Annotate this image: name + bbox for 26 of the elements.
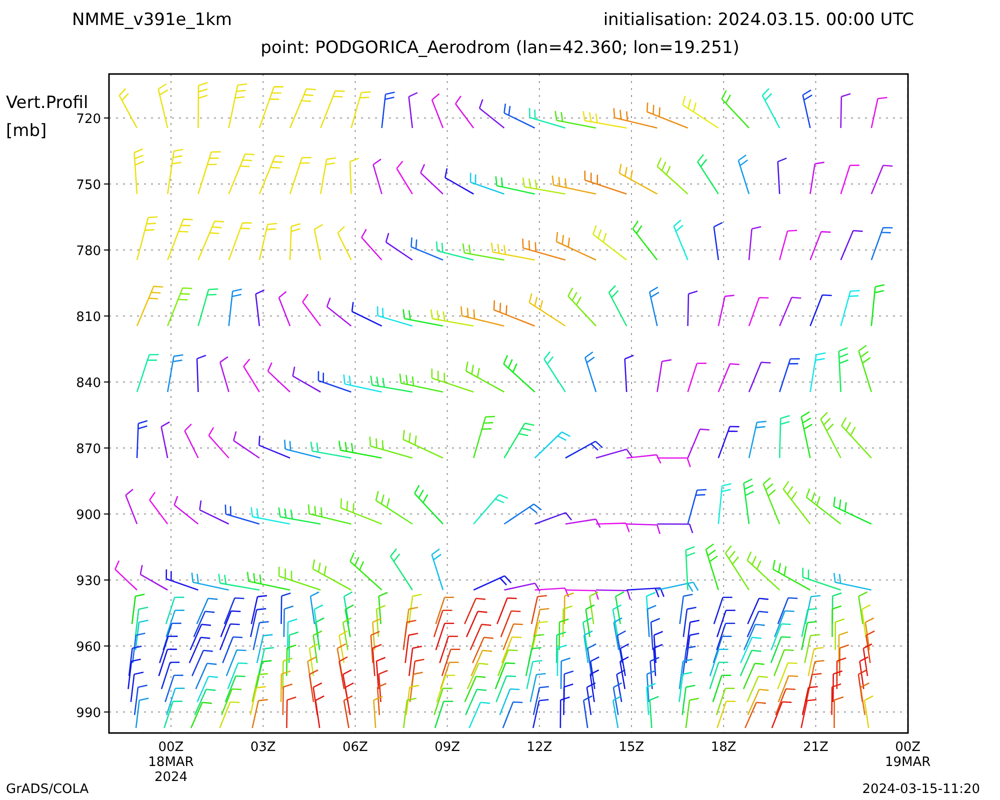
- x-tick-label: 00Z 18MAR 2024: [148, 740, 194, 785]
- y-axis-label: Vert.Profil: [6, 93, 88, 113]
- footer-credit: GrADS/COLA: [6, 781, 89, 799]
- y-tick-label: 930: [76, 574, 101, 589]
- x-tick-label: 09Z: [434, 740, 460, 755]
- y-tick-label: 960: [76, 640, 101, 655]
- y-tick-label: 810: [76, 310, 101, 325]
- y-tick-label: 720: [76, 112, 101, 127]
- y-tick-label: 840: [76, 376, 101, 391]
- y-tick-label: 900: [76, 508, 101, 523]
- point-title: point: PODGORICA_Aerodrom (lan=42.360; lon=19.251): [260, 37, 740, 60]
- x-tick-label: 03Z: [250, 740, 276, 755]
- x-tick-label: 12Z: [526, 740, 552, 755]
- y-tick-label: 780: [76, 244, 101, 259]
- model-title: NMME_v391e_1km: [72, 9, 232, 32]
- initialisation-title: initialisation: 2024.03.15. 00:00 UTC: [603, 9, 914, 32]
- footer-timestamp: 2024-03-15-11:20: [862, 781, 980, 799]
- y-tick-label: 750: [76, 178, 101, 193]
- y-axis-label: [mb]: [6, 121, 47, 141]
- x-tick-label: 06Z: [342, 740, 368, 755]
- x-tick-label: 18Z: [710, 740, 736, 755]
- x-tick-label: 00Z 19MAR: [884, 740, 931, 770]
- x-tick-label: 15Z: [618, 740, 644, 755]
- x-tick-label: 21Z: [802, 740, 828, 755]
- y-tick-label: 990: [76, 706, 101, 721]
- y-tick-label: 870: [76, 442, 101, 457]
